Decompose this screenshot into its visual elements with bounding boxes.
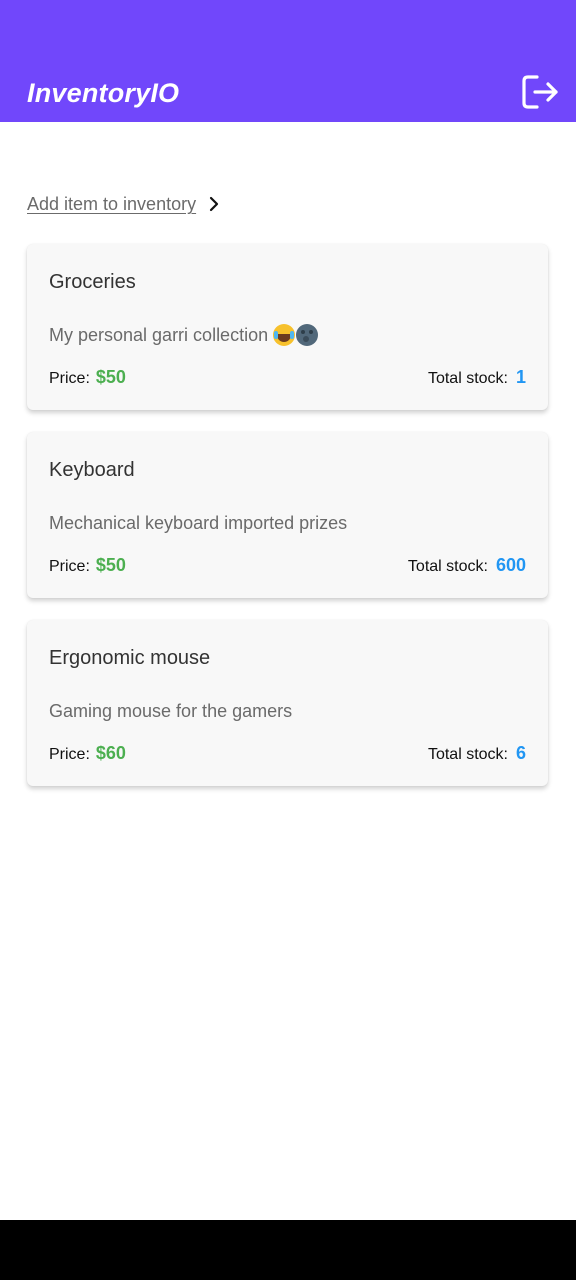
price-row: Price: $50 Total stock: 1 [49, 365, 526, 389]
item-description: Gaming mouse for the gamers [49, 699, 292, 723]
add-item-label[interactable]: Add item to inventory [27, 192, 196, 216]
logout-icon[interactable] [520, 74, 560, 110]
item-title: Ergonomic mouse [49, 647, 211, 669]
price-label: Price: [49, 745, 90, 763]
laughing-emoji-icon [273, 324, 296, 346]
item-title: Groceries [49, 271, 136, 293]
inventory-card[interactable]: Keyboard Mechanical keyboard imported pr… [27, 432, 548, 598]
price-group: Price: $50 [49, 555, 126, 576]
system-navigation-bar [0, 1220, 576, 1280]
stock-label: Total stock: [427, 745, 508, 763]
price-label: Price: [49, 557, 90, 575]
item-description: My personal garri collection [49, 323, 319, 347]
price-group: Price: $60 [49, 743, 126, 764]
stock-label: Total stock: [407, 557, 488, 575]
price-row: Price: $50 Total stock: 600 [49, 553, 526, 577]
stock-value: 6 [515, 742, 526, 763]
app-title: InventoryIO [27, 78, 180, 108]
price-value: $50 [95, 366, 126, 387]
chevron-right-icon [208, 196, 220, 212]
app-bar: InventoryIO [0, 0, 576, 122]
add-item-link[interactable]: Add item to inventory [27, 192, 220, 216]
stock-value: 1 [515, 366, 526, 387]
price-group: Price: $50 [49, 367, 126, 388]
price-value: $50 [95, 554, 126, 575]
stock-group: Total stock: 600 [408, 555, 526, 576]
new-moon-face-emoji-icon [296, 324, 319, 346]
item-title: Keyboard [49, 459, 135, 481]
item-description-text: My personal garri collection [49, 325, 269, 345]
price-value: $60 [95, 742, 126, 763]
stock-value: 600 [495, 554, 526, 575]
item-description: Mechanical keyboard imported prizes [49, 511, 347, 535]
inventory-card[interactable]: Groceries My personal garri collection P… [27, 244, 548, 410]
stock-label: Total stock: [427, 369, 508, 387]
item-description-text: Gaming mouse for the gamers [49, 701, 293, 721]
price-row: Price: $60 Total stock: 6 [49, 741, 526, 765]
item-description-text: Mechanical keyboard imported prizes [49, 513, 348, 533]
inventory-card[interactable]: Ergonomic mouse Gaming mouse for the gam… [27, 620, 548, 786]
price-label: Price: [49, 369, 90, 387]
inventory-list: Groceries My personal garri collection P… [27, 244, 548, 808]
stock-group: Total stock: 1 [428, 367, 526, 388]
stock-group: Total stock: 6 [428, 743, 526, 764]
